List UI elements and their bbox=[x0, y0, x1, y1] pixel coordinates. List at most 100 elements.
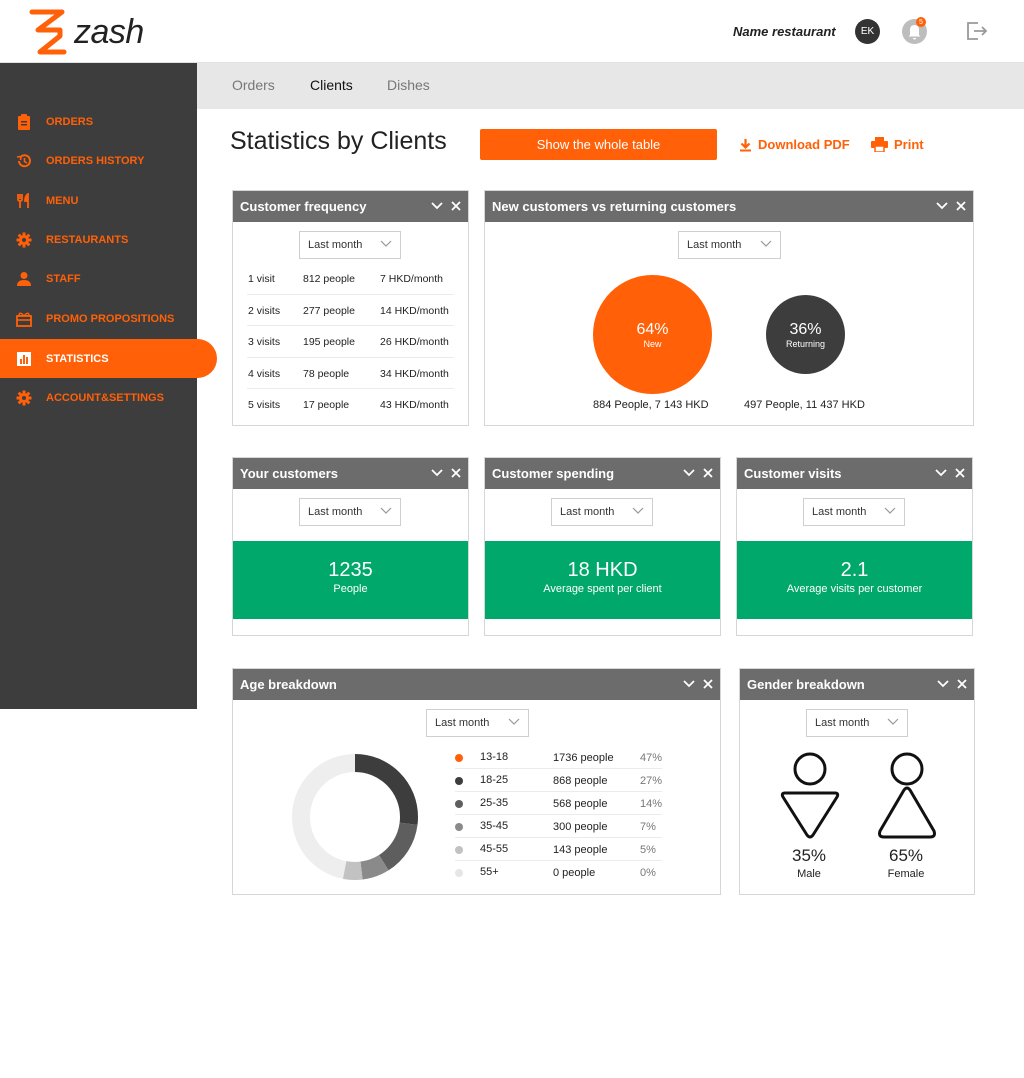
age-range: 35-45 bbox=[480, 820, 509, 832]
card-header: Customer frequency bbox=[233, 191, 468, 222]
period-select[interactable]: Last month bbox=[803, 498, 905, 526]
collapse-chevron-icon[interactable] bbox=[934, 466, 947, 479]
card-title: Gender breakdown bbox=[747, 677, 865, 692]
sidebar-item-menu[interactable]: MENU bbox=[0, 181, 217, 220]
collapse-chevron-icon[interactable] bbox=[936, 677, 949, 690]
age-pct: 0% bbox=[640, 867, 656, 879]
period-select-value: Last month bbox=[308, 506, 363, 518]
age-people: 143 people bbox=[553, 844, 608, 856]
tab-clients[interactable]: Clients bbox=[310, 77, 353, 93]
close-icon[interactable] bbox=[701, 677, 714, 690]
age-people: 568 people bbox=[553, 798, 608, 810]
male-icon bbox=[780, 752, 840, 839]
table-row: 1 visit 812 people 7 HKD/month bbox=[247, 263, 454, 295]
period-select[interactable]: Last month bbox=[806, 709, 908, 737]
people-cell: 277 people bbox=[303, 304, 355, 317]
male-pct: 35% bbox=[791, 846, 827, 865]
card-header: Customer spending bbox=[485, 458, 720, 489]
visits-cell: 1 visit bbox=[248, 273, 275, 285]
tab-orders[interactable]: Orders bbox=[232, 77, 275, 93]
new-vs-returning-card: New customers vs returning customers Las… bbox=[484, 190, 974, 426]
collapse-chevron-icon[interactable] bbox=[935, 199, 948, 212]
sidebar-item-statistics[interactable]: STATISTICS bbox=[0, 339, 217, 378]
age-pct: 5% bbox=[640, 844, 656, 856]
period-select[interactable]: Last month bbox=[426, 709, 529, 737]
age-breakdown-card: Age breakdown Last month 13-18 1736 peopl… bbox=[232, 668, 721, 895]
collapse-chevron-icon[interactable] bbox=[682, 677, 695, 690]
sidebar-item-label: STAFF bbox=[46, 272, 81, 285]
card-title: Customer spending bbox=[492, 466, 615, 481]
chevron-down-icon bbox=[884, 507, 896, 514]
restaurant-name[interactable]: Name restaurant bbox=[733, 24, 836, 39]
metric-block: 2.1 Average visits per customer bbox=[737, 541, 972, 619]
card-header: Gender breakdown bbox=[740, 669, 974, 700]
period-select-value: Last month bbox=[687, 239, 742, 251]
age-pct: 14% bbox=[640, 798, 663, 810]
tab-bar: Orders Clients Dishes bbox=[197, 63, 1024, 109]
close-icon[interactable] bbox=[954, 199, 967, 212]
people-cell: 17 people bbox=[303, 399, 350, 411]
card-title: Customer frequency bbox=[240, 199, 367, 214]
show-whole-table-button[interactable]: Show the whole table bbox=[480, 129, 717, 160]
sidebar-item-promo-propositions[interactable]: PROMO PROPOSITIONS bbox=[0, 299, 217, 338]
close-icon[interactable] bbox=[953, 466, 966, 479]
visits-cell: 4 visits bbox=[248, 367, 281, 380]
sidebar-item-orders[interactable]: ORDERS bbox=[0, 102, 217, 141]
age-pct: 27% bbox=[640, 775, 663, 787]
download-pdf-button[interactable]: Download PDF bbox=[739, 137, 850, 152]
period-select[interactable]: Last month bbox=[299, 498, 401, 526]
period-select[interactable]: Last month bbox=[678, 231, 781, 259]
period-select[interactable]: Last month bbox=[299, 231, 401, 259]
sidebar-item-orders-history[interactable]: ORDERS HISTORY bbox=[0, 141, 217, 180]
sidebar-item-staff[interactable]: STAFF bbox=[0, 259, 217, 298]
people-cell: 78 people bbox=[303, 367, 350, 380]
spend-cell: 14 HKD/month bbox=[380, 304, 449, 317]
age-people: 868 people bbox=[553, 775, 608, 787]
sidebar-item-label: RESTAURANTS bbox=[46, 233, 129, 246]
age-people: 1736 people bbox=[553, 752, 614, 764]
sidebar-item-account-settings[interactable]: ACCOUNT&SETTINGS bbox=[0, 378, 217, 417]
gift-icon bbox=[16, 311, 32, 327]
collapse-chevron-icon[interactable] bbox=[430, 199, 443, 212]
logo-text: zash bbox=[74, 12, 144, 51]
close-icon[interactable] bbox=[955, 677, 968, 690]
age-people: 0 people bbox=[553, 867, 596, 879]
page-title: Statistics by Clients bbox=[230, 127, 447, 155]
period-select-value: Last month bbox=[435, 717, 490, 729]
chevron-down-icon bbox=[887, 718, 899, 725]
gear-icon bbox=[16, 232, 32, 248]
people-cell: 195 people bbox=[303, 336, 355, 348]
close-icon[interactable] bbox=[449, 199, 462, 212]
returning-label: Returning bbox=[785, 338, 826, 349]
chevron-down-icon bbox=[508, 718, 520, 725]
legend-row: 25-35 568 people 14% bbox=[455, 792, 662, 815]
card-header: New customers vs returning customers bbox=[485, 191, 973, 222]
age-range: 18-25 bbox=[480, 774, 509, 786]
collapse-chevron-icon[interactable] bbox=[430, 466, 443, 479]
clipboard-icon bbox=[16, 113, 32, 130]
logout-icon[interactable] bbox=[965, 20, 989, 47]
print-button[interactable]: Print bbox=[871, 137, 924, 152]
spend-cell: 26 HKD/month bbox=[380, 336, 449, 348]
history-icon bbox=[16, 153, 32, 169]
visits-cell: 2 visits bbox=[248, 304, 281, 317]
collapse-chevron-icon[interactable] bbox=[682, 466, 695, 479]
your-customers-card: Your customers Last month 1235 People bbox=[232, 457, 469, 636]
close-icon[interactable] bbox=[449, 466, 462, 479]
period-select[interactable]: Last month bbox=[551, 498, 653, 526]
age-range: 13-18 bbox=[480, 751, 509, 763]
sidebar-item-restaurants[interactable]: RESTAURANTS bbox=[0, 220, 217, 259]
spend-cell: 34 HKD/month bbox=[380, 367, 449, 380]
chevron-down-icon bbox=[760, 240, 772, 247]
avatar[interactable]: EK bbox=[855, 19, 880, 44]
zash-logo[interactable]: zash bbox=[26, 8, 144, 56]
card-header: Age breakdown bbox=[233, 669, 720, 700]
tab-dishes[interactable]: Dishes bbox=[387, 77, 430, 93]
female-pct: 65% bbox=[888, 846, 924, 865]
card-title: Customer visits bbox=[744, 466, 842, 481]
table-row: 4 visits 78 people 34 HKD/month bbox=[247, 358, 454, 389]
legend-row: 55+ 0 people 0% bbox=[455, 861, 662, 884]
close-icon[interactable] bbox=[701, 466, 714, 479]
visits-cell: 5 visits bbox=[248, 399, 281, 411]
metric-label: Average spent per client bbox=[543, 583, 662, 595]
